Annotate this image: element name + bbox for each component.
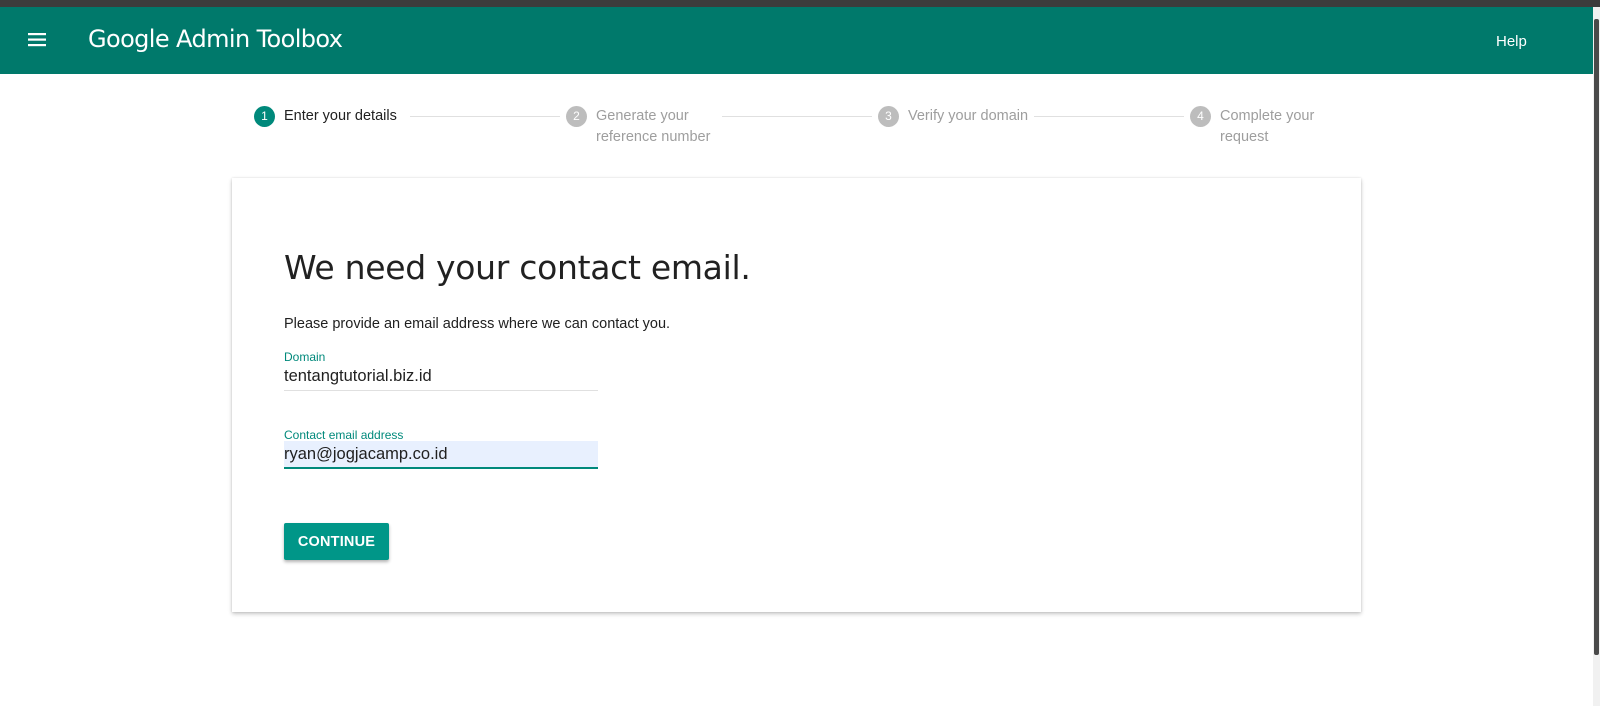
step-label-line: Generate your — [596, 108, 689, 124]
continue-button[interactable]: CONTINUE — [284, 523, 389, 560]
contact-email-input[interactable] — [284, 441, 598, 469]
step-verify-domain: 3 Verify your domain — [878, 106, 1028, 127]
domain-field-label: Domain — [284, 350, 326, 364]
step-label-line: Complete your — [1220, 108, 1315, 124]
page-scrollbar[interactable] — [1593, 7, 1600, 706]
step-number: 3 — [878, 106, 899, 127]
step-number: 4 — [1190, 106, 1211, 127]
window-top-strip — [0, 0, 1600, 7]
step-enter-details: 1 Enter your details — [254, 106, 397, 127]
step-generate-reference: 2 Generate your reference number — [566, 106, 710, 148]
step-connector — [1034, 116, 1184, 117]
step-complete-request: 4 Complete your request — [1190, 106, 1314, 148]
step-label-line: request — [1220, 129, 1269, 145]
step-label: Enter your details — [284, 108, 397, 124]
card-description: Please provide an email address where we… — [284, 316, 671, 332]
step-label: Generate your reference number — [596, 106, 710, 148]
step-number: 1 — [254, 106, 275, 127]
step-connector — [410, 116, 560, 117]
step-label: Complete your request — [1220, 106, 1314, 148]
help-link[interactable]: Help — [1496, 33, 1527, 50]
step-connector — [722, 116, 872, 117]
step-label: Verify your domain — [908, 108, 1029, 124]
contact-email-card: We need your contact email. Please provi… — [232, 178, 1361, 612]
hamburger-menu-icon[interactable] — [26, 31, 50, 49]
email-field-label: Contact email address — [284, 428, 404, 442]
card-heading: We need your contact email. — [284, 248, 751, 287]
step-number: 2 — [566, 106, 587, 127]
scrollbar-thumb[interactable] — [1594, 19, 1599, 655]
app-title: Google Admin Toolbox — [88, 25, 343, 53]
domain-input[interactable] — [284, 363, 598, 391]
step-label-line: reference number — [596, 129, 711, 145]
app-bar: Google Admin Toolbox Help — [0, 7, 1593, 74]
